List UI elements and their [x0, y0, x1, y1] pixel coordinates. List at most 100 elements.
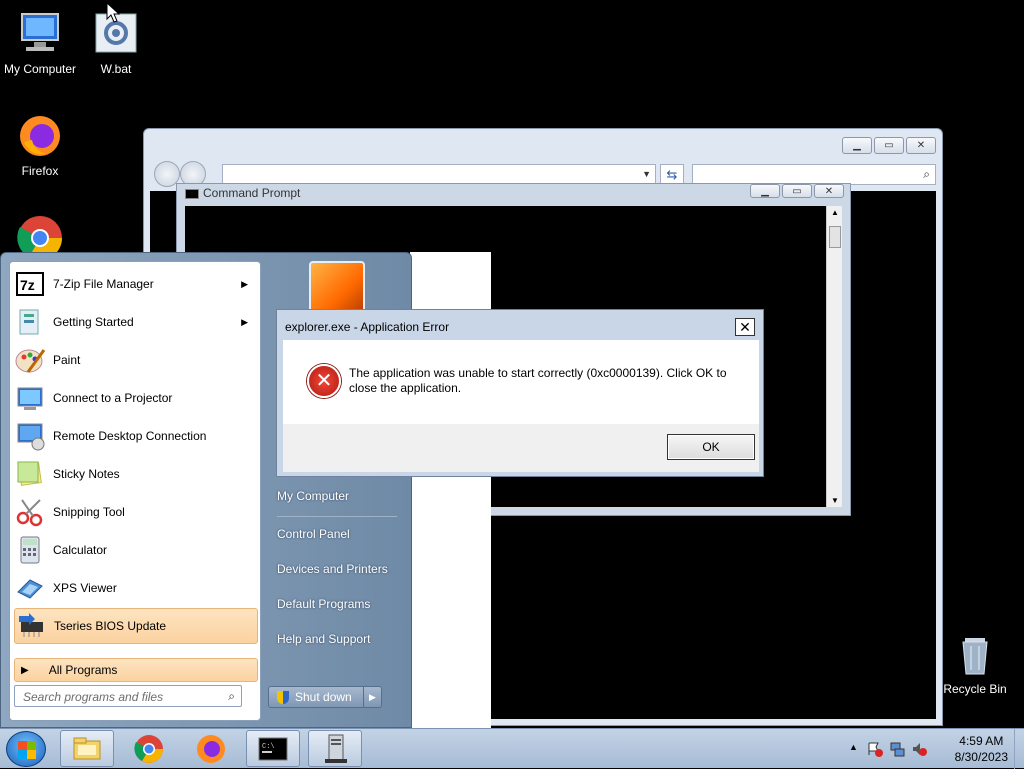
svg-text:7z: 7z: [20, 277, 35, 293]
mouse-cursor-icon: [106, 2, 120, 23]
scroll-down-icon[interactable]: ▼: [831, 496, 839, 505]
address-bar[interactable]: ▼: [222, 164, 656, 185]
start-search-input[interactable]: Search programs and files ⌕: [14, 685, 242, 707]
remote-desktop-icon: [14, 420, 46, 452]
shutdown-label: Shut down: [295, 690, 352, 704]
taskbar-server[interactable]: [308, 730, 362, 767]
submenu-arrow-icon: ▶: [241, 278, 248, 289]
dialog-body: ✕ The application was unable to start co…: [283, 340, 759, 424]
dialog-footer: OK: [283, 424, 759, 472]
scroll-thumb[interactable]: [829, 226, 841, 248]
minimize-button[interactable]: ▁: [750, 184, 780, 198]
chevron-right-icon: ▶: [21, 664, 29, 676]
taskbar-cmd[interactable]: C:\: [246, 730, 300, 767]
snipping-tool-icon: [14, 496, 46, 528]
chevron-down-icon[interactable]: ▼: [642, 169, 651, 179]
desktop-icon-firefox[interactable]: Firefox: [0, 112, 80, 178]
close-button[interactable]: ✕: [906, 137, 936, 154]
minimize-button[interactable]: ▁: [842, 137, 872, 154]
scroll-up-icon[interactable]: ▲: [831, 208, 839, 217]
cmd-icon: [185, 188, 199, 199]
program-label: XPS Viewer: [53, 581, 117, 595]
refresh-button[interactable]: ⇆: [660, 164, 684, 185]
dialog-title: explorer.exe - Application Error: [285, 320, 450, 334]
program-calculator[interactable]: Calculator: [14, 532, 258, 568]
link-devices-printers[interactable]: Devices and Printers: [277, 562, 388, 576]
sticky-notes-icon: [14, 458, 46, 490]
volume-muted-icon[interactable]: [911, 741, 927, 757]
program-7zip[interactable]: 7z 7-Zip File Manager ▶: [14, 266, 258, 302]
program-label: Calculator: [53, 543, 108, 557]
program-label: 7-Zip File Manager: [53, 277, 154, 291]
window-title: Command Prompt: [185, 186, 300, 200]
program-connect-projector[interactable]: Connect to a Projector: [14, 380, 258, 416]
desktop-icon-label: Recycle Bin: [943, 682, 1007, 696]
system-tray: ▲ 4:59 AM 8/30/2023: [839, 729, 1024, 769]
cmd-icon: C:\: [258, 737, 288, 760]
divider: [277, 516, 397, 517]
all-programs-button[interactable]: ▶ All Programs: [14, 658, 258, 682]
vertical-scrollbar[interactable]: ▲ ▼: [826, 206, 842, 507]
bios-update-icon: [15, 610, 47, 642]
action-center-icon[interactable]: [867, 741, 883, 757]
search-input[interactable]: ⌕: [692, 164, 936, 185]
calculator-icon: [14, 534, 46, 566]
program-label: Sticky Notes: [53, 467, 120, 481]
close-button[interactable]: ✕: [814, 184, 844, 198]
link-control-panel[interactable]: Control Panel: [277, 527, 350, 541]
program-snipping-tool[interactable]: Snipping Tool: [14, 494, 258, 530]
taskbar-explorer[interactable]: [60, 730, 114, 767]
program-remote-desktop[interactable]: Remote Desktop Connection: [14, 418, 258, 454]
window-title-text: Command Prompt: [203, 186, 301, 200]
desktop-icon-label: W.bat: [100, 62, 132, 76]
maximize-button[interactable]: ▭: [782, 184, 812, 198]
clock[interactable]: 4:59 AM 8/30/2023: [955, 733, 1008, 765]
getting-started-icon: [14, 306, 46, 338]
svg-text:C:\: C:\: [262, 743, 275, 751]
shutdown-options-arrow[interactable]: ▶: [363, 687, 381, 707]
recycle-bin-icon: [951, 630, 999, 678]
explorer-icon: [73, 737, 101, 759]
taskbar-firefox[interactable]: [184, 730, 238, 767]
submenu-arrow-icon: ▶: [241, 316, 248, 327]
network-icon[interactable]: [889, 741, 905, 757]
firefox-icon: [16, 112, 64, 160]
program-xps-viewer[interactable]: XPS Viewer: [14, 570, 258, 606]
search-icon: ⌕: [923, 167, 930, 181]
maximize-button[interactable]: ▭: [874, 137, 904, 154]
dialog-close-button[interactable]: ✕: [735, 318, 755, 336]
error-icon: ✕: [307, 364, 341, 398]
program-label: Tseries BIOS Update: [54, 619, 167, 633]
error-dialog: explorer.exe - Application Error ✕ ✕ The…: [276, 309, 764, 477]
program-sticky-notes[interactable]: Sticky Notes: [14, 456, 258, 492]
program-getting-started[interactable]: Getting Started ▶: [14, 304, 258, 340]
program-label: Connect to a Projector: [53, 391, 173, 405]
taskbar: C:\ ▲ 4:59 AM 8/30/2023: [0, 728, 1024, 769]
taskbar-chrome[interactable]: [122, 730, 176, 767]
program-label: Getting Started: [53, 315, 134, 329]
link-my-computer[interactable]: My Computer: [277, 489, 349, 503]
search-icon: ⌕: [228, 689, 235, 703]
show-desktop-button[interactable]: [1014, 729, 1024, 769]
window-controls: ▁ ▭ ✕: [750, 184, 844, 198]
link-help-support[interactable]: Help and Support: [277, 632, 370, 646]
link-default-programs[interactable]: Default Programs: [277, 597, 370, 611]
shutdown-button[interactable]: Shut down ▶: [268, 686, 382, 708]
shield-icon: [277, 690, 289, 704]
search-placeholder: Search programs and files: [23, 690, 164, 704]
ok-button[interactable]: OK: [667, 434, 755, 460]
desktop-icon-label: My Computer: [3, 62, 77, 76]
program-paint[interactable]: Paint: [14, 342, 258, 378]
start-menu-programs: 7z 7-Zip File Manager ▶ Getting Started …: [9, 261, 261, 721]
chrome-icon: [134, 734, 163, 763]
xps-viewer-icon: [14, 572, 46, 604]
all-programs-label: All Programs: [48, 663, 118, 677]
desktop-icon-my-computer[interactable]: My Computer: [0, 10, 80, 76]
start-button[interactable]: [6, 731, 46, 767]
desktop-icon-recycle-bin[interactable]: Recycle Bin: [935, 630, 1015, 696]
program-label: Paint: [53, 353, 81, 367]
windows-logo-icon: [18, 741, 36, 759]
show-hidden-icons-icon[interactable]: ▲: [849, 742, 858, 752]
clock-date: 8/30/2023: [954, 750, 1008, 764]
program-tseries-bios-update[interactable]: Tseries BIOS Update: [14, 608, 258, 644]
